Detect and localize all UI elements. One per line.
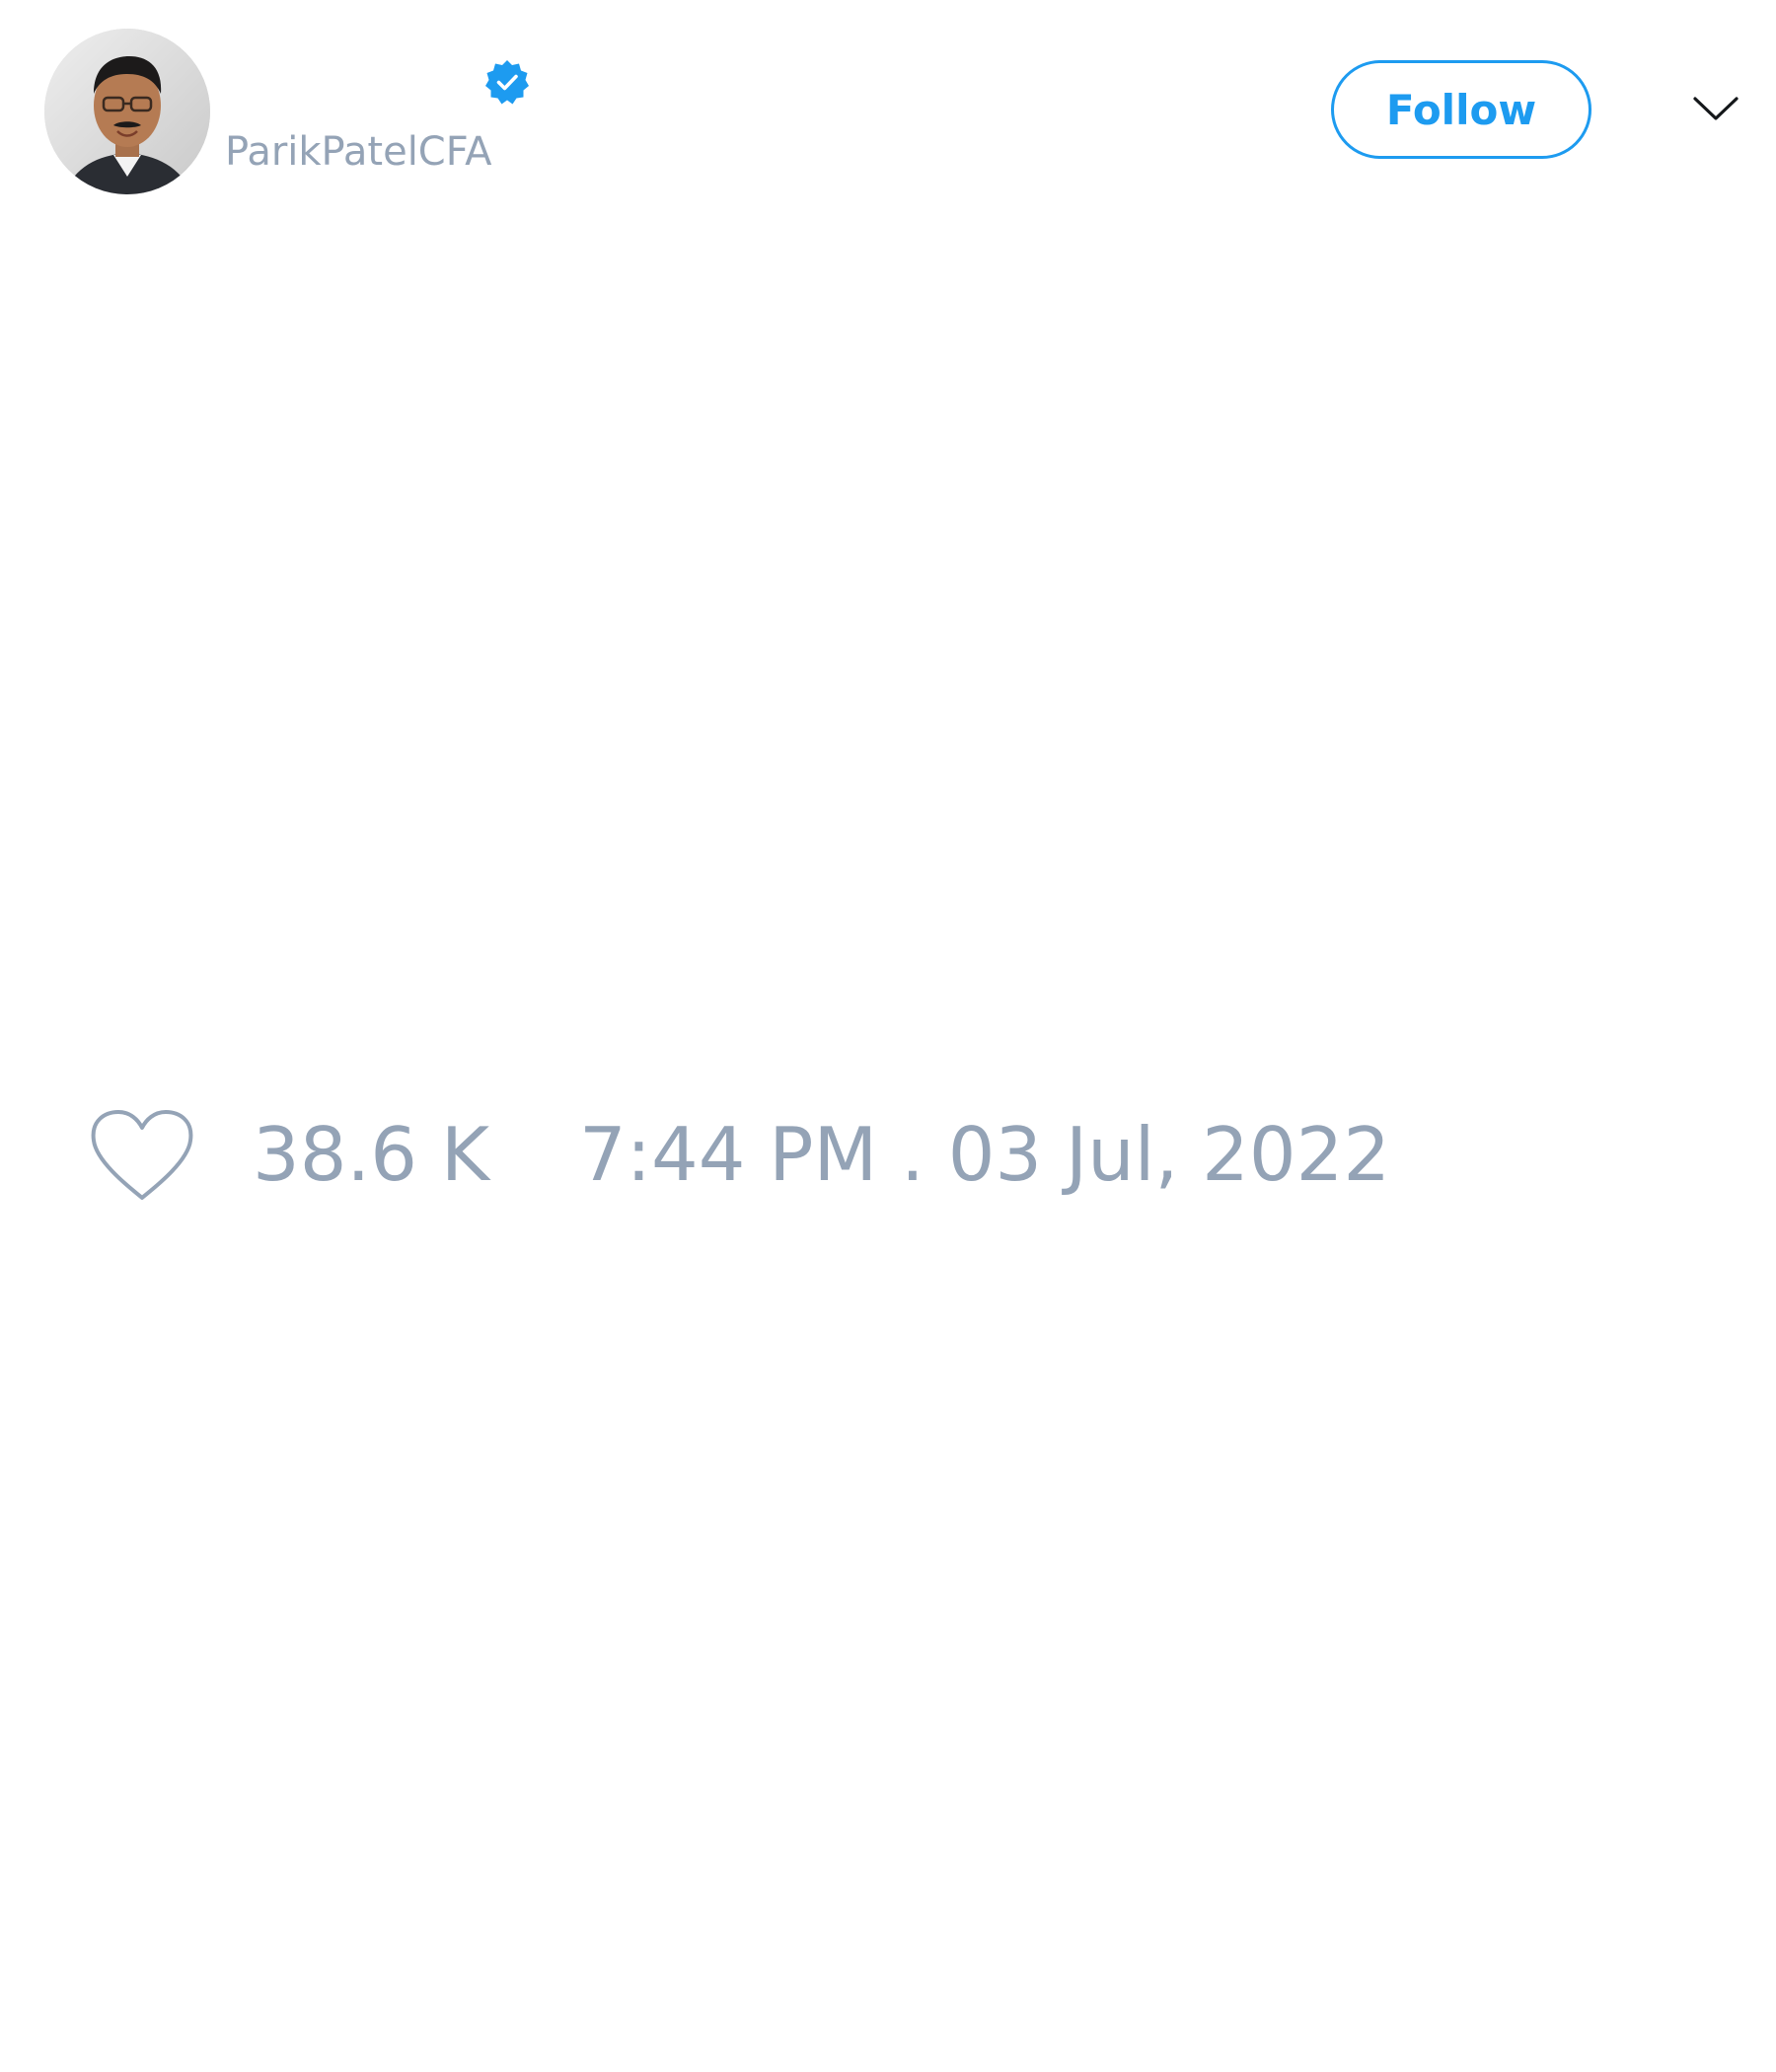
like-count: 38.6 K [253,1111,490,1198]
tweet-timestamp[interactable]: 7:44 PM . 03 Jul, 2022 [579,1109,1390,1200]
author-avatar[interactable] [44,29,210,194]
tweet-meta-row: 38.6 K 7:44 PM . 03 Jul, 2022 [0,1095,1776,1214]
heart-outline-icon[interactable] [89,1109,195,1204]
avatar-photo-icon [44,29,210,194]
verified-badge-icon [483,58,531,106]
follow-button[interactable]: Follow [1331,60,1591,159]
tweet-header: ParikPatelCFA Follow [0,0,1776,207]
tweet-card: ParikPatelCFA Follow 38.6 K 7:44 PM . 03… [0,0,1776,2072]
author-handle[interactable]: ParikPatelCFA [225,126,491,178]
chevron-down-icon[interactable] [1691,89,1740,130]
